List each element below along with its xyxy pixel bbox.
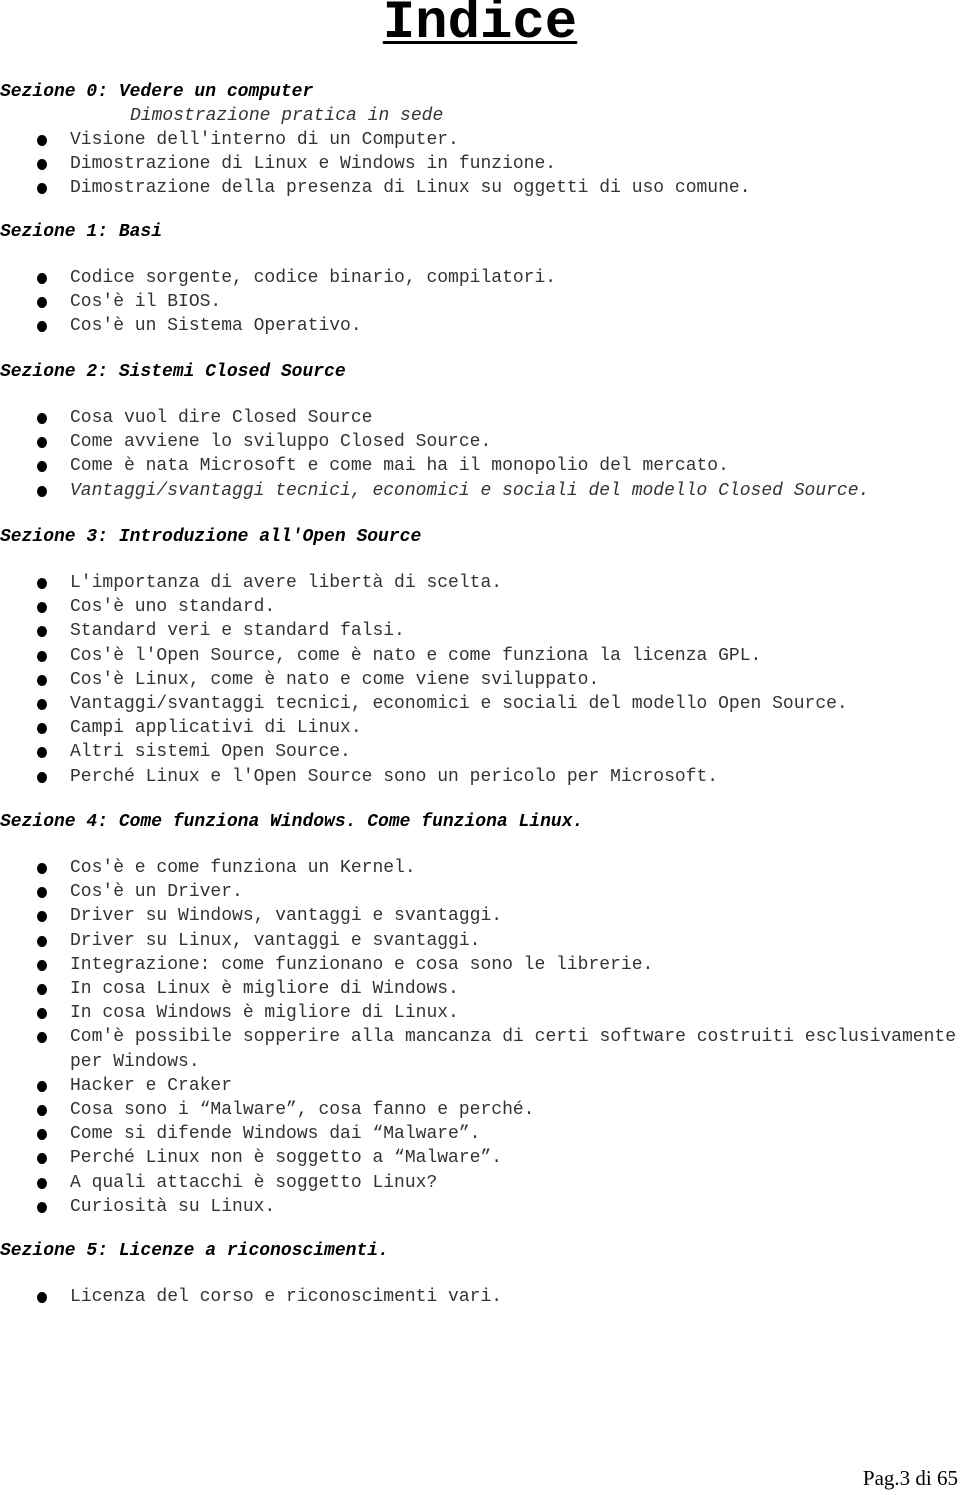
list-item: Cosa vuol dire Closed Source [0, 406, 960, 430]
bullet-icon [37, 747, 47, 759]
bullet-icon [37, 1177, 47, 1189]
bullet-icon [37, 984, 47, 996]
list-item: Vantaggi/svantaggi tecnici, economici e … [0, 479, 960, 503]
bullet-icon [37, 1105, 47, 1117]
list-item: Cosa sono i “Malware”, cosa fanno e perc… [0, 1098, 960, 1122]
list-item: A quali attacchi è soggetto Linux? [0, 1171, 960, 1195]
bullet-icon [37, 1080, 47, 1092]
section-items: Visione dell'interno di un Computer. Dim… [0, 128, 960, 201]
list-item: Visione dell'interno di un Computer. [0, 128, 960, 152]
bullet-icon [37, 863, 47, 874]
list-item: Dimostrazione della presenza di Linux su… [0, 176, 960, 200]
section-heading: Sezione 0: Vedere un computer [0, 82, 314, 102]
bullet-icon [37, 273, 47, 284]
bullet-icon [37, 135, 47, 146]
bullet-icon [37, 1292, 47, 1303]
list-item: Dimostrazione di Linux e Windows in funz… [0, 152, 960, 176]
list-item: Campi applicativi di Linux. [0, 716, 960, 740]
section-items: L'importanza di avere libertà di scelta.… [0, 571, 960, 789]
section-3: Sezione 3: Introduzione all'Open Source … [0, 525, 960, 789]
section-heading: Sezione 3: Introduzione all'Open Source [0, 527, 422, 547]
section-1: Sezione 1: Basi Codice sorgente, codice … [0, 220, 960, 339]
section-items: Licenza del corso e riconoscimenti vari. [0, 1285, 960, 1309]
list-item: Vantaggi/svantaggi tecnici, economici e … [0, 692, 960, 716]
bullet-icon [37, 1153, 47, 1165]
list-item: In cosa Linux è migliore di Windows. [0, 977, 960, 1001]
bullet-icon [37, 699, 47, 711]
section-items: Codice sorgente, codice binario, compila… [0, 266, 960, 339]
list-item: Standard veri e standard falsi. [0, 619, 960, 643]
section-0: Sezione 0: Vedere un computer Dimostrazi… [0, 80, 960, 201]
section-items: Cos'è e come funziona un Kernel. Cos'è u… [0, 856, 960, 1219]
bullet-icon [37, 159, 47, 171]
list-item: Driver su Linux, vantaggi e svantaggi. [0, 929, 960, 953]
bullet-icon [37, 461, 47, 473]
bullet-icon [37, 183, 47, 195]
bullet-icon [37, 771, 47, 783]
list-item: Perché Linux e l'Open Source sono un per… [0, 765, 960, 789]
section-heading: Sezione 5: Licenze a riconoscimenti. [0, 1241, 389, 1261]
bullet-icon [37, 674, 47, 686]
list-item: Cos'è il BIOS. [0, 290, 960, 314]
bullet-icon [37, 650, 47, 662]
list-item: Cos'è e come funziona un Kernel. [0, 856, 960, 880]
bullet-icon [37, 578, 47, 589]
list-item: Cos'è l'Open Source, come è nato e come … [0, 644, 960, 668]
section-items: Cosa vuol dire Closed Source Come avvien… [0, 406, 960, 503]
bullet-icon [37, 413, 47, 424]
page-title: Indice [382, 0, 578, 54]
bullet-icon [37, 321, 47, 333]
list-item: Cos'è un Driver. [0, 880, 960, 904]
section-subheading: Dimostrazione pratica in sede [130, 106, 444, 126]
list-item: Cos'è uno standard. [0, 595, 960, 619]
bullet-icon [37, 911, 47, 923]
list-item: Cos'è un Sistema Operativo. [0, 314, 960, 338]
list-item: Hacker e Craker [0, 1074, 960, 1098]
list-item: Come si difende Windows dai “Malware”. [0, 1122, 960, 1146]
list-item: L'importanza di avere libertà di scelta. [0, 571, 960, 595]
list-item: Altri sistemi Open Source. [0, 740, 960, 764]
bullet-icon [37, 1008, 47, 1020]
list-item: Curiosità su Linux. [0, 1195, 960, 1219]
bullet-icon [37, 297, 47, 309]
list-item: In cosa Windows è migliore di Linux. [0, 1001, 960, 1025]
section-heading: Sezione 4: Come funziona Windows. Come f… [0, 812, 584, 832]
bullet-icon [37, 1129, 47, 1141]
list-item: Com'è possibile sopperire alla mancanza … [0, 1025, 960, 1073]
bullet-icon [37, 626, 47, 638]
list-item: Perché Linux non è soggetto a “Malware”. [0, 1146, 960, 1170]
bullet-icon [37, 437, 47, 449]
list-item: Cos'è Linux, come è nato e come viene sv… [0, 668, 960, 692]
list-item: Come avviene lo sviluppo Closed Source. [0, 430, 960, 454]
section-5: Sezione 5: Licenze a riconoscimenti. Lic… [0, 1239, 960, 1309]
list-item: Driver su Windows, vantaggi e svantaggi. [0, 904, 960, 928]
list-item: Codice sorgente, codice binario, compila… [0, 266, 960, 290]
list-item: Integrazione: come funzionano e cosa son… [0, 953, 960, 977]
bullet-icon [37, 1201, 47, 1213]
bullet-icon [37, 1032, 47, 1044]
bullet-icon [37, 485, 47, 497]
bullet-icon [37, 887, 47, 899]
page-number: Pag.3 di 65 [862, 1466, 958, 1490]
section-heading: Sezione 2: Sistemi Closed Source [0, 362, 346, 382]
section-2: Sezione 2: Sistemi Closed Source Cosa vu… [0, 360, 960, 503]
bullet-icon [37, 959, 47, 971]
bullet-icon [37, 935, 47, 947]
list-item: Come è nata Microsoft e come mai ha il m… [0, 454, 960, 478]
section-4: Sezione 4: Come funziona Windows. Come f… [0, 810, 960, 1219]
bullet-icon [37, 602, 47, 614]
bullet-icon [37, 723, 47, 735]
section-heading: Sezione 1: Basi [0, 222, 163, 242]
list-item: Licenza del corso e riconoscimenti vari. [0, 1285, 960, 1309]
